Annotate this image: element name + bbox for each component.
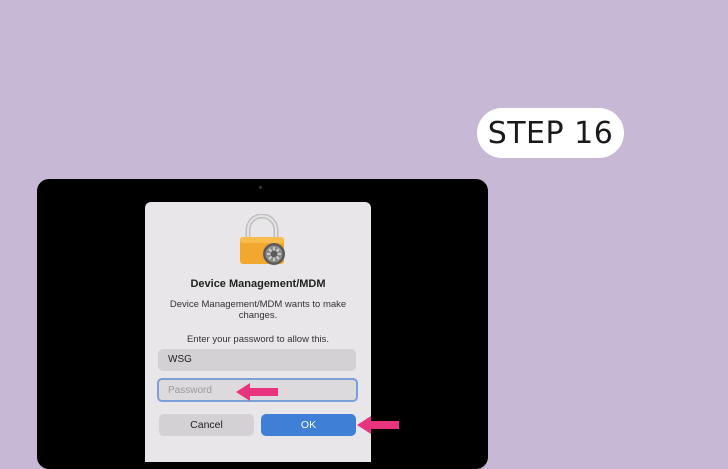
camera-icon — [259, 186, 262, 189]
arrow-left-icon — [236, 383, 278, 401]
dialog-prompt: Enter your password to allow this. — [186, 334, 330, 345]
dialog-message: Device Management/MDM wants to make chan… — [169, 299, 347, 321]
padlock-with-gear-icon — [240, 214, 285, 265]
ok-button[interactable]: OK — [261, 414, 356, 436]
step-badge: STEP 16 — [477, 108, 624, 158]
dialog-title: Device Management/MDM — [190, 278, 326, 290]
cancel-button[interactable]: Cancel — [159, 414, 254, 436]
username-field[interactable]: WSG — [158, 349, 356, 371]
authentication-dialog: Device Management/MDM Device Management/… — [145, 202, 371, 462]
arrow-left-icon — [357, 416, 399, 434]
step-badge-label: STEP 16 — [487, 115, 614, 151]
